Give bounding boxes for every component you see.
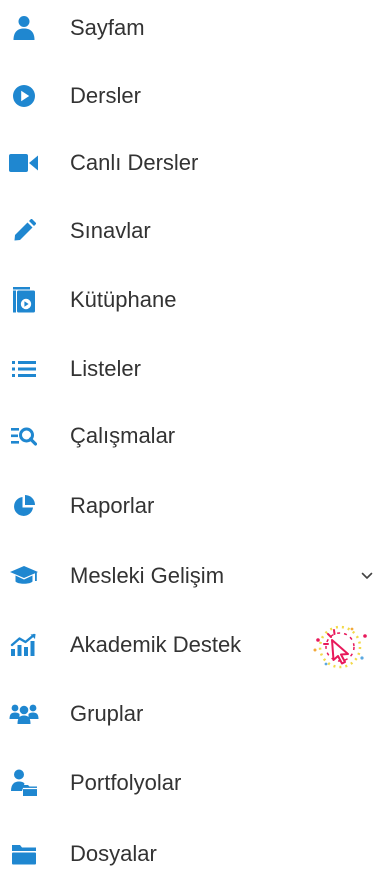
folder-icon xyxy=(9,839,39,869)
library-book-icon xyxy=(9,285,39,315)
growth-chart-icon xyxy=(9,630,39,660)
menu-item-dersler[interactable]: Dersler xyxy=(0,68,381,124)
graduation-cap-icon xyxy=(9,561,39,591)
click-cursor-icon xyxy=(304,620,376,672)
pie-chart-icon xyxy=(9,491,39,521)
pencil-icon xyxy=(9,216,39,246)
menu-item-sinavlar[interactable]: Sınavlar xyxy=(0,203,381,259)
list-icon xyxy=(9,354,39,384)
user-folder-icon xyxy=(9,768,39,798)
menu-item-akademik-destek[interactable]: Akademik Destek xyxy=(0,617,381,673)
menu-item-canli-dersler[interactable]: Canlı Dersler xyxy=(0,135,381,191)
menu-item-sayfam[interactable]: Sayfam xyxy=(0,0,381,56)
menu-item-label: Kütüphane xyxy=(70,287,177,312)
menu-item-label: Listeler xyxy=(70,356,141,381)
menu-item-label: Sayfam xyxy=(70,15,145,40)
menu-item-label: Mesleki Gelişim xyxy=(70,563,225,588)
chevron-down-icon[interactable] xyxy=(356,561,378,591)
play-circle-icon xyxy=(9,81,39,111)
menu-item-dosyalar[interactable]: Dosyalar xyxy=(0,826,381,882)
menu-item-gruplar[interactable]: Gruplar xyxy=(0,686,381,742)
menu-item-mesleki-gelisim[interactable]: Mesleki Gelişim xyxy=(0,548,381,604)
menu-item-label: Akademik Destek xyxy=(70,632,242,657)
menu-item-label: Canlı Dersler xyxy=(70,150,199,175)
menu-item-raporlar[interactable]: Raporlar xyxy=(0,478,381,534)
menu-item-label: Gruplar xyxy=(70,701,144,726)
search-list-icon xyxy=(9,421,39,451)
menu-item-label: Raporlar xyxy=(70,493,155,518)
user-icon xyxy=(9,13,39,43)
menu-item-label: Çalışmalar xyxy=(70,423,176,448)
menu-item-calismalar[interactable]: Çalışmalar xyxy=(0,408,381,464)
menu-item-label: Dersler xyxy=(70,83,141,108)
menu-item-label: Sınavlar xyxy=(70,218,151,243)
side-menu: Sayfam Dersler Canlı Dersler Sınavlar Kü… xyxy=(0,0,381,868)
menu-item-kutuphane[interactable]: Kütüphane xyxy=(0,272,381,328)
menu-item-portfolyolar[interactable]: Portfolyolar xyxy=(0,755,381,811)
menu-item-label: Portfolyolar xyxy=(70,770,182,795)
menu-item-label: Dosyalar xyxy=(70,841,157,866)
video-camera-icon xyxy=(9,148,39,178)
menu-item-listeler[interactable]: Listeler xyxy=(0,341,381,397)
users-group-icon xyxy=(9,699,39,729)
